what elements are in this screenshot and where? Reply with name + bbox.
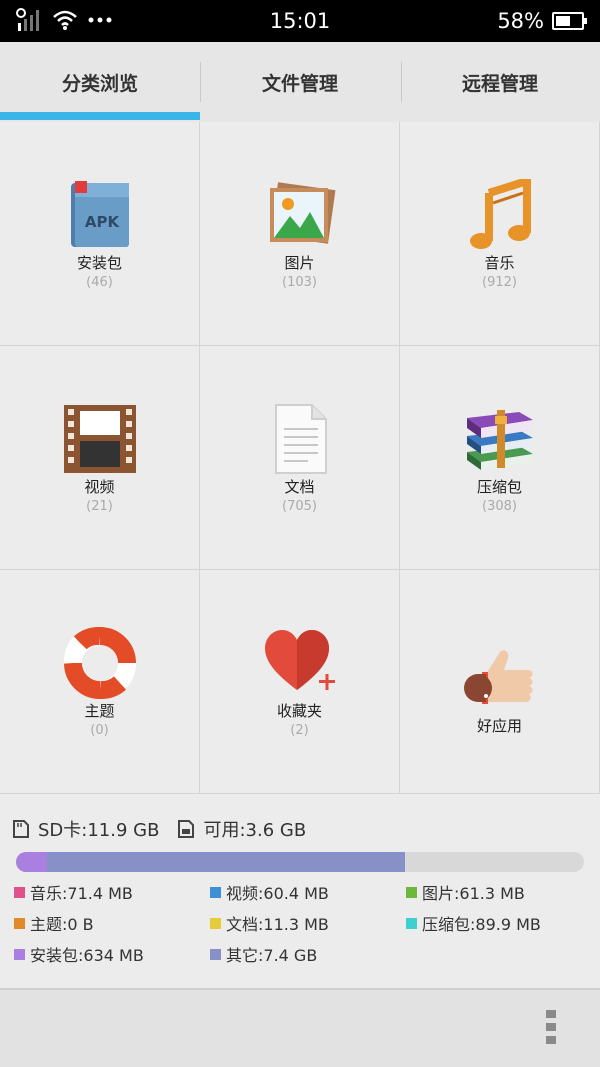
category-count: (21) xyxy=(86,499,113,514)
tab-file-manager[interactable]: 文件管理 xyxy=(200,42,400,122)
legend-item: 主题:0 B xyxy=(14,911,94,935)
active-tab-indicator xyxy=(0,112,200,120)
legend-swatch xyxy=(210,948,221,960)
legend-item: 安装包:634 MB xyxy=(14,942,144,966)
picture-icon xyxy=(262,177,338,253)
available-space: 可用:3.6 GB xyxy=(177,816,306,842)
legend-swatch xyxy=(406,886,417,898)
music-note-icon xyxy=(462,177,538,253)
svg-text:APK: APK xyxy=(84,213,120,231)
usage-segment xyxy=(16,852,48,872)
category-label: 文档 xyxy=(284,478,315,496)
tab-bar: 分类浏览 文件管理 远程管理 xyxy=(0,42,600,122)
category-label: 收藏夹 xyxy=(276,702,322,720)
category-label: 图片 xyxy=(284,254,315,272)
category-grid: APK 安装包 (46) 图片 (103) 音乐 (912) 视频 (21) 文… xyxy=(0,122,600,794)
legend-swatch xyxy=(14,948,25,960)
legend-swatch xyxy=(210,917,221,929)
legend-label: 音乐:71.4 MB xyxy=(30,884,133,903)
document-icon xyxy=(262,401,338,477)
bottom-bar xyxy=(0,988,600,1067)
tab-category-browse[interactable]: 分类浏览 xyxy=(0,42,200,122)
legend-item: 音乐:71.4 MB xyxy=(14,880,133,904)
legend-swatch xyxy=(14,886,25,898)
legend-swatch xyxy=(14,917,25,929)
apk-icon: APK xyxy=(62,177,138,253)
legend-swatch xyxy=(210,886,221,898)
legend-label: 文档:11.3 MB xyxy=(226,915,329,934)
category-label: 好应用 xyxy=(476,717,522,735)
category-count: (0) xyxy=(90,723,109,738)
legend-label: 其它:7.4 GB xyxy=(226,946,318,965)
category-video[interactable]: 视频 (21) xyxy=(0,346,199,569)
category-label: 主题 xyxy=(84,702,115,720)
category-favorites[interactable]: 收藏夹 (2) xyxy=(200,570,399,793)
lifebuoy-icon xyxy=(62,625,138,701)
sd-card-icon xyxy=(13,820,29,838)
category-count: (46) xyxy=(86,275,113,290)
category-count: (705) xyxy=(282,499,317,514)
battery-icon xyxy=(552,12,587,30)
legend-label: 主题:0 B xyxy=(30,915,94,934)
legend-label: 压缩包:89.9 MB xyxy=(422,915,541,934)
sd-card-total: SD卡:11.9 GB xyxy=(12,816,159,842)
category-pictures[interactable]: 图片 (103) xyxy=(200,122,399,345)
legend-item: 压缩包:89.9 MB xyxy=(406,911,541,935)
storage-drive-icon xyxy=(178,820,195,838)
legend-item: 其它:7.4 GB xyxy=(210,942,317,966)
legend-label: 安装包:634 MB xyxy=(30,946,144,965)
category-count: (308) xyxy=(482,499,517,514)
category-label: 视频 xyxy=(84,478,115,496)
sd-card-label: SD卡:11.9 GB xyxy=(38,820,160,841)
legend-item: 视频:60.4 MB xyxy=(210,880,329,904)
category-archives[interactable]: 压缩包 (308) xyxy=(400,346,599,569)
legend-label: 图片:61.3 MB xyxy=(422,884,525,903)
category-apk[interactable]: APK 安装包 (46) xyxy=(0,122,199,345)
tab-remote-manager[interactable]: 远程管理 xyxy=(400,42,600,122)
storage-panel: SD卡:11.9 GB 可用:3.6 GB 音乐:71.4 MB 视频:60.4 … xyxy=(0,794,600,988)
storage-summary: SD卡:11.9 GB 可用:3.6 GB xyxy=(12,816,324,842)
legend-label: 视频:60.4 MB xyxy=(226,884,329,903)
books-archive-icon xyxy=(462,401,538,477)
legend-item: 文档:11.3 MB xyxy=(210,911,329,935)
category-label: 音乐 xyxy=(484,254,515,272)
category-count: (912) xyxy=(482,275,517,290)
legend-item: 图片:61.3 MB xyxy=(406,880,525,904)
legend-swatch xyxy=(406,917,417,929)
thumbs-up-icon xyxy=(462,640,538,716)
category-label: 压缩包 xyxy=(476,478,522,496)
status-bar: 15:01 58% xyxy=(0,0,600,42)
usage-segment xyxy=(47,852,406,872)
available-label: 可用:3.6 GB xyxy=(203,820,307,841)
battery-percent: 58% xyxy=(497,9,544,33)
category-themes[interactable]: 主题 (0) xyxy=(0,570,199,793)
category-good-apps[interactable]: 好应用 xyxy=(400,570,599,793)
category-count: (103) xyxy=(282,275,317,290)
category-documents[interactable]: 文档 (705) xyxy=(200,346,399,569)
category-music[interactable]: 音乐 (912) xyxy=(400,122,599,345)
status-right: 58% xyxy=(497,9,587,33)
storage-usage-bar xyxy=(16,852,584,872)
overflow-menu-icon[interactable] xyxy=(546,1010,556,1044)
category-label: 安装包 xyxy=(76,254,122,272)
film-strip-icon xyxy=(62,401,138,477)
category-count: (2) xyxy=(290,723,309,738)
heart-plus-icon xyxy=(262,625,338,701)
